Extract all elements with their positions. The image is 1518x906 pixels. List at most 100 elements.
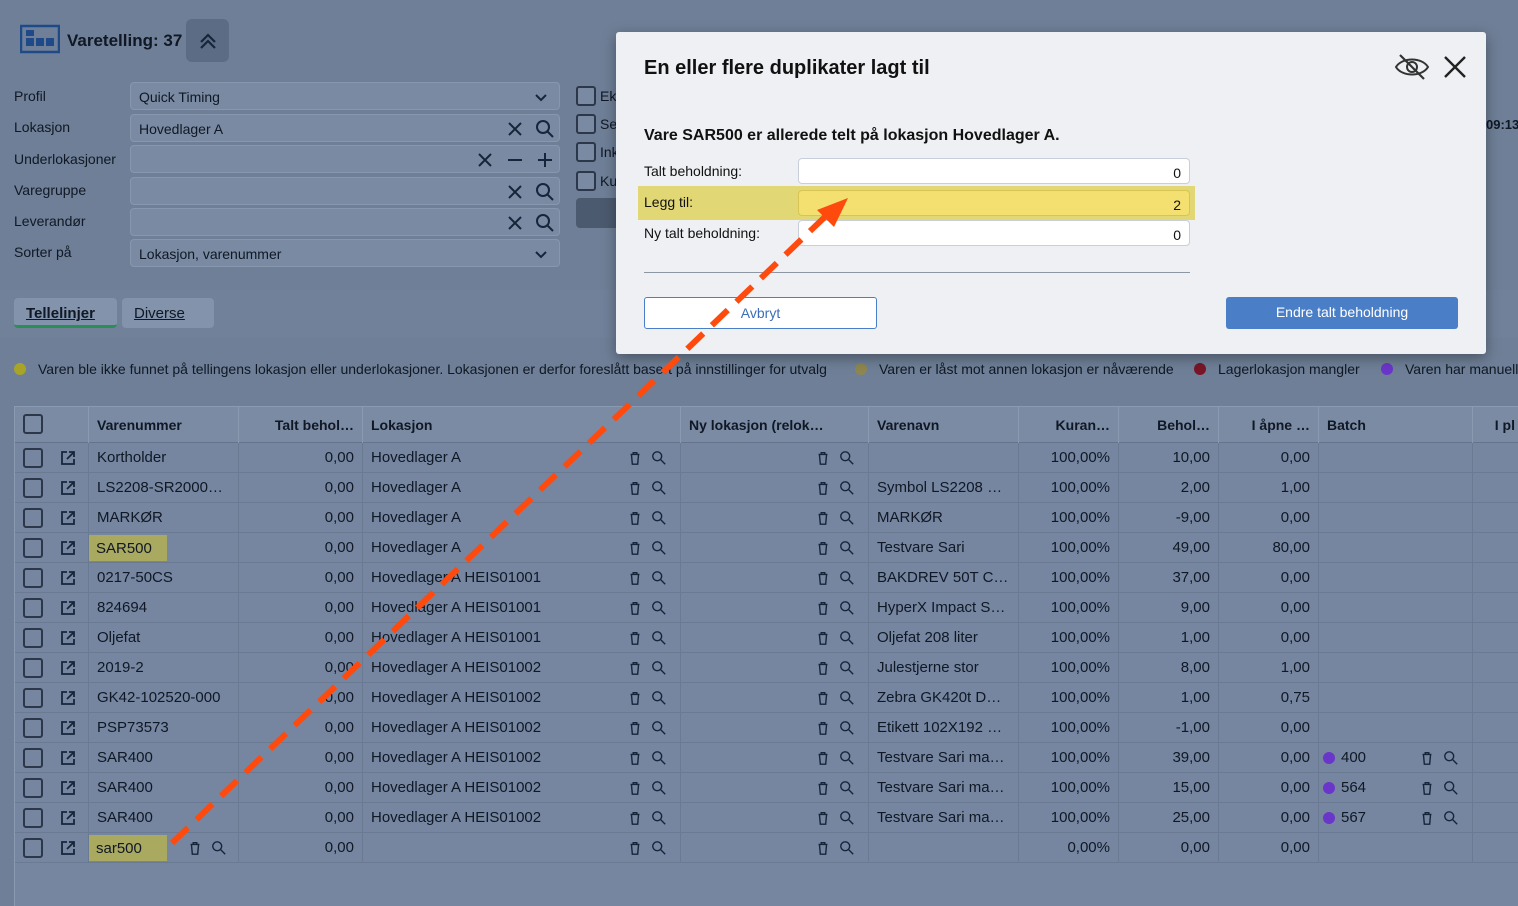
header-kurans[interactable]: Kuran… bbox=[1019, 407, 1119, 443]
talt-cell[interactable]: 0,00 bbox=[239, 833, 363, 863]
open-external-icon[interactable] bbox=[59, 809, 77, 827]
close-icon[interactable] bbox=[1442, 54, 1468, 80]
row-checkbox[interactable] bbox=[23, 478, 43, 498]
lokasjon-cell[interactable]: Hovedlager A bbox=[363, 443, 681, 473]
talt-cell[interactable]: 0,00 bbox=[239, 533, 363, 563]
search-icon[interactable] bbox=[839, 630, 857, 648]
legg-til-input[interactable]: 2 bbox=[798, 190, 1190, 216]
delete-icon[interactable] bbox=[627, 780, 645, 798]
table-row[interactable]: MARKØR 0,00 Hovedlager A MARKØR 100,00% -9,00… bbox=[15, 503, 1518, 533]
table-row[interactable]: SAR400 0,00 Hovedlager A HEIS01002 Testvare… bbox=[15, 743, 1518, 773]
search-icon[interactable] bbox=[651, 660, 669, 678]
row-checkbox[interactable] bbox=[23, 568, 43, 588]
header-i-pl[interactable]: I pl bbox=[1473, 407, 1518, 443]
lokasjon-cell[interactable]: Hovedlager A bbox=[363, 533, 681, 563]
lokasjon-cell[interactable]: Hovedlager A HEIS01002 bbox=[363, 803, 681, 833]
ny-lokasjon-cell[interactable] bbox=[681, 473, 869, 503]
delete-icon[interactable] bbox=[815, 690, 833, 708]
search-icon[interactable] bbox=[839, 480, 857, 498]
open-external-icon[interactable] bbox=[59, 449, 77, 467]
table-row[interactable]: 0217-50CS 0,00 Hovedlager A HEIS01001 BAKDR… bbox=[15, 563, 1518, 593]
lokasjon-cell[interactable]: Hovedlager A HEIS01002 bbox=[363, 773, 681, 803]
open-external-icon[interactable] bbox=[59, 569, 77, 587]
talt-beholdning-input[interactable]: 0 bbox=[798, 158, 1190, 184]
search-icon[interactable] bbox=[651, 570, 669, 588]
table-row[interactable]: sar500 0,00 0,00% 0,00 0,00 bbox=[15, 833, 1518, 863]
delete-icon[interactable] bbox=[187, 840, 205, 858]
lokasjon-cell[interactable]: Hovedlager A HEIS01002 bbox=[363, 653, 681, 683]
search-icon[interactable] bbox=[651, 480, 669, 498]
talt-cell[interactable]: 0,00 bbox=[239, 593, 363, 623]
open-external-icon[interactable] bbox=[59, 629, 77, 647]
batch-cell[interactable] bbox=[1319, 473, 1473, 503]
table-row[interactable]: LS2208-SR20007R-UR 0,00 Hovedlager A Symbol… bbox=[15, 473, 1518, 503]
open-external-icon[interactable] bbox=[59, 689, 77, 707]
row-checkbox[interactable] bbox=[23, 748, 43, 768]
search-icon[interactable] bbox=[651, 750, 669, 768]
leverandor-field[interactable] bbox=[130, 208, 560, 236]
open-external-icon[interactable] bbox=[59, 779, 77, 797]
clear-icon[interactable] bbox=[475, 150, 495, 170]
ny-lokasjon-cell[interactable] bbox=[681, 803, 869, 833]
search-icon[interactable] bbox=[651, 840, 669, 858]
lokasjon-cell[interactable]: Hovedlager A HEIS01002 bbox=[363, 743, 681, 773]
delete-icon[interactable] bbox=[627, 510, 645, 528]
row-checkbox[interactable] bbox=[23, 838, 43, 858]
talt-cell[interactable]: 0,00 bbox=[239, 563, 363, 593]
batch-cell[interactable] bbox=[1319, 563, 1473, 593]
open-external-icon[interactable] bbox=[59, 719, 77, 737]
lokasjon-cell[interactable]: Hovedlager A HEIS01001 bbox=[363, 563, 681, 593]
ny-lokasjon-cell[interactable] bbox=[681, 623, 869, 653]
delete-icon[interactable] bbox=[627, 450, 645, 468]
batch-cell[interactable] bbox=[1319, 623, 1473, 653]
header-ny-lokasjon[interactable]: Ny lokasjon (relok… bbox=[681, 407, 869, 443]
search-icon[interactable] bbox=[839, 780, 857, 798]
open-external-icon[interactable] bbox=[59, 839, 77, 857]
batch-cell[interactable] bbox=[1319, 653, 1473, 683]
underlokasjoner-field[interactable] bbox=[130, 145, 560, 173]
ny-lokasjon-cell[interactable] bbox=[681, 563, 869, 593]
row-checkbox[interactable] bbox=[23, 658, 43, 678]
row-checkbox[interactable] bbox=[23, 808, 43, 828]
search-icon[interactable] bbox=[1443, 780, 1461, 798]
row-checkbox[interactable] bbox=[23, 778, 43, 798]
search-icon[interactable] bbox=[651, 720, 669, 738]
search-icon[interactable] bbox=[1443, 750, 1461, 768]
talt-cell[interactable]: 0,00 bbox=[239, 713, 363, 743]
delete-icon[interactable] bbox=[815, 450, 833, 468]
table-row[interactable]: 824694 0,00 Hovedlager A HEIS01001 HyperX I… bbox=[15, 593, 1518, 623]
search-icon[interactable] bbox=[651, 600, 669, 618]
search-icon[interactable] bbox=[651, 810, 669, 828]
search-icon[interactable] bbox=[535, 182, 555, 202]
talt-cell[interactable]: 0,00 bbox=[239, 503, 363, 533]
table-row[interactable]: SAR400 0,00 Hovedlager A HEIS01002 Testvare… bbox=[15, 803, 1518, 833]
row-checkbox[interactable] bbox=[23, 448, 43, 468]
search-icon[interactable] bbox=[839, 750, 857, 768]
batch-cell[interactable] bbox=[1319, 833, 1473, 863]
option-checkbox[interactable] bbox=[576, 86, 596, 106]
delete-icon[interactable] bbox=[815, 510, 833, 528]
delete-icon[interactable] bbox=[627, 600, 645, 618]
batch-cell[interactable] bbox=[1319, 593, 1473, 623]
row-checkbox[interactable] bbox=[23, 718, 43, 738]
open-external-icon[interactable] bbox=[59, 749, 77, 767]
row-checkbox[interactable] bbox=[23, 538, 43, 558]
search-icon[interactable] bbox=[651, 630, 669, 648]
table-row[interactable]: SAR500 0,00 Hovedlager A Testvare Sari 100,0… bbox=[15, 533, 1518, 563]
lokasjon-cell[interactable]: Hovedlager A HEIS01002 bbox=[363, 713, 681, 743]
ny-lokasjon-cell[interactable] bbox=[681, 833, 869, 863]
search-icon[interactable] bbox=[651, 510, 669, 528]
lokasjon-cell[interactable]: Hovedlager A HEIS01001 bbox=[363, 593, 681, 623]
talt-cell[interactable]: 0,00 bbox=[239, 443, 363, 473]
delete-icon[interactable] bbox=[627, 720, 645, 738]
batch-cell[interactable] bbox=[1319, 713, 1473, 743]
ny-lokasjon-cell[interactable] bbox=[681, 533, 869, 563]
search-icon[interactable] bbox=[839, 840, 857, 858]
search-icon[interactable] bbox=[839, 510, 857, 528]
lokasjon-cell[interactable]: Hovedlager A HEIS01002 bbox=[363, 683, 681, 713]
lokasjon-cell[interactable]: Hovedlager A bbox=[363, 473, 681, 503]
row-checkbox[interactable] bbox=[23, 508, 43, 528]
talt-cell[interactable]: 0,00 bbox=[239, 653, 363, 683]
header-i-apne[interactable]: I åpne … bbox=[1219, 407, 1319, 443]
batch-cell[interactable] bbox=[1319, 683, 1473, 713]
